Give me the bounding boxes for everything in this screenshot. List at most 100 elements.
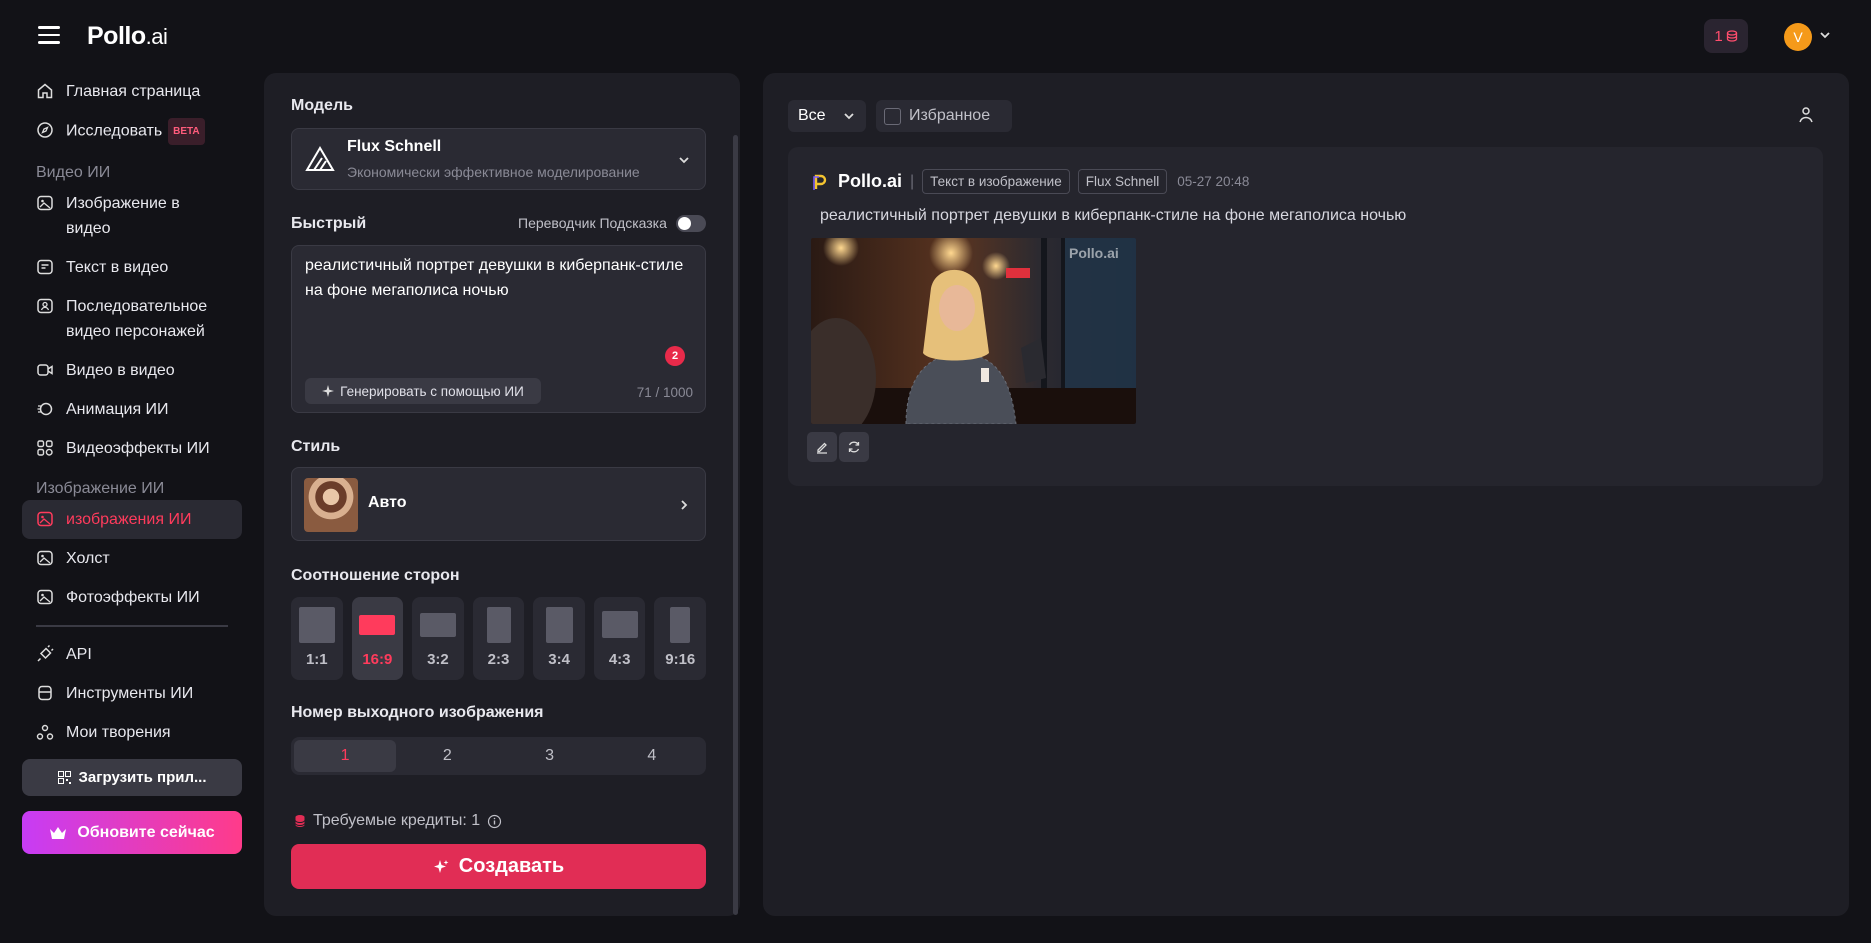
output-count-3[interactable]: 3 <box>499 740 601 772</box>
ratio-3-4[interactable]: 3:4 <box>533 597 585 680</box>
ratio-shape <box>359 615 396 635</box>
result-model-tag: Flux Schnell <box>1077 169 1168 194</box>
app-logo[interactable]: Pollo.ai <box>87 22 168 51</box>
ratio-3-2[interactable]: 3:2 <box>412 597 464 680</box>
chevron-down-icon[interactable] <box>1818 28 1832 42</box>
model-label: Модель <box>291 97 353 114</box>
model-name: Flux Schnell <box>347 138 442 155</box>
regenerate-button[interactable] <box>839 432 869 462</box>
output-count-2[interactable]: 2 <box>396 740 498 772</box>
ratio-16-9[interactable]: 16:9 <box>351 597 404 680</box>
sidebar-item-ai-images[interactable]: изображения ИИ <box>22 500 242 539</box>
qr-icon <box>57 771 71 784</box>
coins-icon <box>295 815 305 827</box>
output-count-4[interactable]: 4 <box>601 740 703 772</box>
result-type-tag: Текст в изображение <box>922 169 1070 194</box>
beta-badge: BETA <box>168 118 205 145</box>
separator: | <box>910 172 915 190</box>
result-prompt: реалистичный портрет девушки в киберпанк… <box>820 207 1407 224</box>
section-title-video: Видео ИИ <box>36 164 111 181</box>
style-select[interactable]: Авто <box>291 467 706 541</box>
logo-suffix: .ai <box>145 24 168 49</box>
output-count-1[interactable]: 1 <box>294 740 397 772</box>
edit-button[interactable] <box>807 432 837 462</box>
translator-toggle[interactable] <box>676 215 706 232</box>
generate-with-ai-label: Генерировать с помощью ИИ <box>340 383 524 399</box>
sidebar-item-label: Видеоэффекты ИИ <box>66 440 210 457</box>
prompt-textarea[interactable]: реалистичный портрет девушки в киберпанк… <box>291 245 706 413</box>
ratio-2-3[interactable]: 2:3 <box>472 597 525 680</box>
sidebar-item-character-video[interactable]: Последовательное видео персонажей <box>22 287 242 351</box>
pollo-logo-icon <box>813 174 827 190</box>
ratio-label: 16:9 <box>362 651 393 668</box>
crown-icon <box>50 826 67 839</box>
translator-label: Переводчик Подсказка <box>518 215 667 231</box>
sidebar-item-label: API <box>66 646 92 663</box>
prompt-text[interactable]: реалистичный портрет девушки в киберпанк… <box>305 253 685 303</box>
ratio-shape <box>545 607 573 643</box>
info-icon[interactable] <box>487 814 502 829</box>
grammar-badge[interactable]: 2 <box>665 346 685 366</box>
creations-icon[interactable] <box>1796 106 1816 126</box>
ratio-label: 3:4 <box>548 651 570 668</box>
style-name: Авто <box>368 494 407 511</box>
favorites-checkbox[interactable]: Избранное <box>876 100 1012 132</box>
sidebar-item-label: Инструменты ИИ <box>66 685 194 702</box>
style-thumbnail <box>304 478 358 532</box>
generated-image[interactable]: Pollo.ai <box>811 238 1136 424</box>
sidebar-item-creations[interactable]: Мои творения <box>22 713 242 752</box>
upgrade-button[interactable]: Обновите сейчас <box>22 811 242 854</box>
ratio-1-1[interactable]: 1:1 <box>291 597 343 680</box>
panel-scrollbar[interactable] <box>733 135 738 915</box>
sidebar-item-animation[interactable]: Анимация ИИ <box>22 390 242 429</box>
ratio-4-3[interactable]: 4:3 <box>593 597 646 680</box>
create-button[interactable]: Создавать <box>291 844 706 889</box>
ratio-shape <box>670 607 691 643</box>
compass-icon <box>37 122 53 138</box>
sidebar-item-tools[interactable]: Инструменты ИИ <box>22 674 242 713</box>
ratio-shape <box>601 611 638 638</box>
sidebar-item-photo-effects[interactable]: Фотоэффекты ИИ <box>22 578 242 617</box>
checkbox-box[interactable] <box>884 107 901 125</box>
api-icon <box>37 645 54 662</box>
chevron-down-icon <box>679 157 689 164</box>
sidebar-item-label: Исследовать <box>66 122 163 140</box>
credits-count: 1 <box>1714 27 1723 45</box>
video-video-icon <box>37 364 53 376</box>
sidebar-item-video-effects[interactable]: Видеоэффекты ИИ <box>22 429 242 468</box>
ratio-label: 2:3 <box>487 651 510 668</box>
generate-with-ai-button[interactable]: Генерировать с помощью ИИ <box>305 378 541 404</box>
sidebar-item-text-to-video[interactable]: Текст в видео <box>22 248 242 287</box>
filter-select[interactable]: Все <box>788 100 866 132</box>
ratio-label: 3:2 <box>427 651 449 668</box>
sidebar-item-label: Мои творения <box>66 724 171 741</box>
effects-icon <box>37 440 53 456</box>
credits-badge[interactable]: 1 <box>1704 19 1748 53</box>
tools-icon <box>38 685 52 701</box>
create-label: Создавать <box>458 855 565 877</box>
favorites-label: Избранное <box>909 107 991 124</box>
sidebar-item-api[interactable]: API <box>22 635 242 674</box>
logo-text: Pollo <box>87 22 146 50</box>
sparkle-icon <box>322 385 335 397</box>
sidebar-item-explore[interactable]: Исследовать BETA <box>22 111 242 152</box>
home-icon <box>37 83 53 99</box>
user-avatar[interactable]: V <box>1784 23 1812 51</box>
output-count-group: 1 2 3 4 <box>291 737 706 775</box>
ratio-shape <box>486 607 511 643</box>
download-app-button[interactable]: Загрузить прил... <box>22 759 242 796</box>
sidebar-item-canvas[interactable]: Холст <box>22 539 242 578</box>
flux-logo-icon <box>305 146 335 171</box>
generated-image-art: Pollo.ai <box>811 238 1136 424</box>
download-app-label: Загрузить прил... <box>78 769 207 786</box>
chevron-down-icon <box>843 113 854 120</box>
ratio-9-16[interactable]: 9:16 <box>654 597 707 680</box>
sidebar-item-label: Главная страница <box>66 83 201 100</box>
ratio-label: 1:1 <box>305 651 328 668</box>
sidebar-item-video-to-video[interactable]: Видео в видео <box>22 351 242 390</box>
sidebar-item-label: Анимация ИИ <box>66 401 169 418</box>
sidebar-item-image-to-video[interactable]: Изображение в видео <box>22 184 242 248</box>
model-select[interactable]: Flux Schnell Экономически эффективное мо… <box>291 128 706 190</box>
menu-icon[interactable] <box>38 26 60 44</box>
sidebar-item-home[interactable]: Главная страница <box>22 72 242 111</box>
